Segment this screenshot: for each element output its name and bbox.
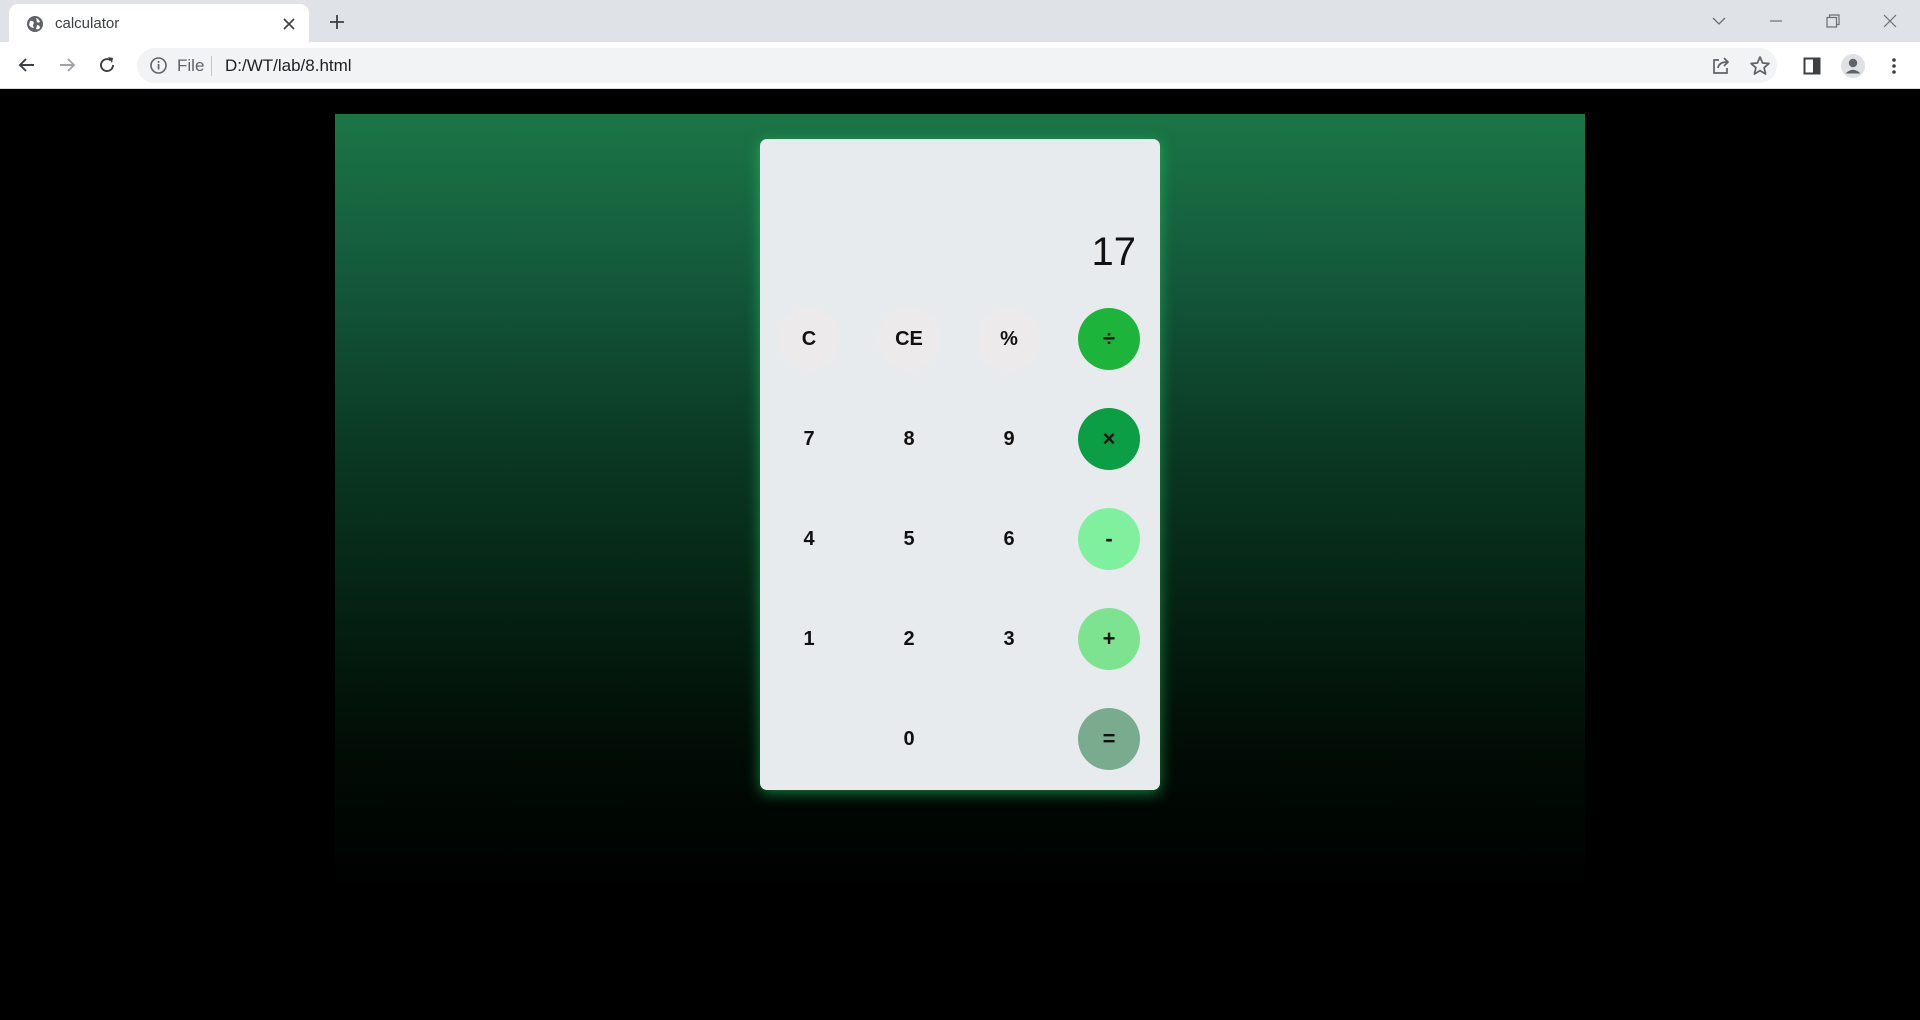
- digit-2-button[interactable]: 2: [878, 608, 940, 670]
- digit-3-button[interactable]: 3: [978, 608, 1040, 670]
- back-icon[interactable]: [14, 52, 40, 78]
- add-button[interactable]: +: [1078, 608, 1140, 670]
- globe-icon: [27, 16, 43, 32]
- forward-icon[interactable]: [54, 52, 80, 78]
- address-scheme: File: [177, 56, 205, 75]
- subtract-button[interactable]: -: [1078, 508, 1140, 570]
- divide-button[interactable]: ÷: [1078, 308, 1140, 370]
- tab-title: calculator: [55, 15, 120, 32]
- clear-entry-button[interactable]: CE: [878, 308, 940, 370]
- bookmark-star-icon[interactable]: [1748, 54, 1772, 78]
- digit-7-button[interactable]: 7: [778, 408, 840, 470]
- address-divider: [211, 56, 212, 76]
- side-panel-icon[interactable]: [1798, 52, 1826, 80]
- reload-icon[interactable]: [94, 52, 120, 78]
- close-window-icon[interactable]: [1877, 8, 1903, 34]
- info-icon[interactable]: [149, 56, 168, 75]
- tab-strip: calculator: [0, 0, 1920, 42]
- new-tab-icon[interactable]: [325, 10, 349, 34]
- browser-toolbar: File D:/WT/lab/8.html: [0, 42, 1920, 89]
- digit-6-button[interactable]: 6: [978, 508, 1040, 570]
- close-tab-icon[interactable]: [279, 14, 299, 34]
- share-icon[interactable]: [1709, 54, 1733, 78]
- digit-5-button[interactable]: 5: [878, 508, 940, 570]
- browser-tab[interactable]: calculator: [9, 4, 309, 42]
- clear-button[interactable]: C: [778, 308, 840, 370]
- percent-button[interactable]: %: [978, 308, 1040, 370]
- multiply-button[interactable]: ×: [1078, 408, 1140, 470]
- digit-0-button[interactable]: 0: [878, 708, 940, 770]
- calculator-card: 17 C CE % ÷ 7 8 9 × 4 5 6 - 1 2 3 + 0 =: [760, 139, 1160, 790]
- restore-icon[interactable]: [1820, 8, 1846, 34]
- digit-1-button[interactable]: 1: [778, 608, 840, 670]
- profile-avatar-icon[interactable]: [1839, 52, 1867, 80]
- tab-search-chevron-icon[interactable]: [1706, 8, 1732, 34]
- page-viewport: 17 C CE % ÷ 7 8 9 × 4 5 6 - 1 2 3 + 0 =: [0, 89, 1920, 1020]
- digit-4-button[interactable]: 4: [778, 508, 840, 570]
- equals-button[interactable]: =: [1078, 708, 1140, 770]
- minimize-icon[interactable]: [1763, 8, 1789, 34]
- menu-kebab-icon[interactable]: [1880, 52, 1908, 80]
- address-url[interactable]: D:/WT/lab/8.html: [225, 56, 352, 76]
- digit-8-button[interactable]: 8: [878, 408, 940, 470]
- calculator-display: 17: [1091, 230, 1137, 274]
- digit-9-button[interactable]: 9: [978, 408, 1040, 470]
- address-bar[interactable]: File D:/WT/lab/8.html: [137, 48, 1777, 83]
